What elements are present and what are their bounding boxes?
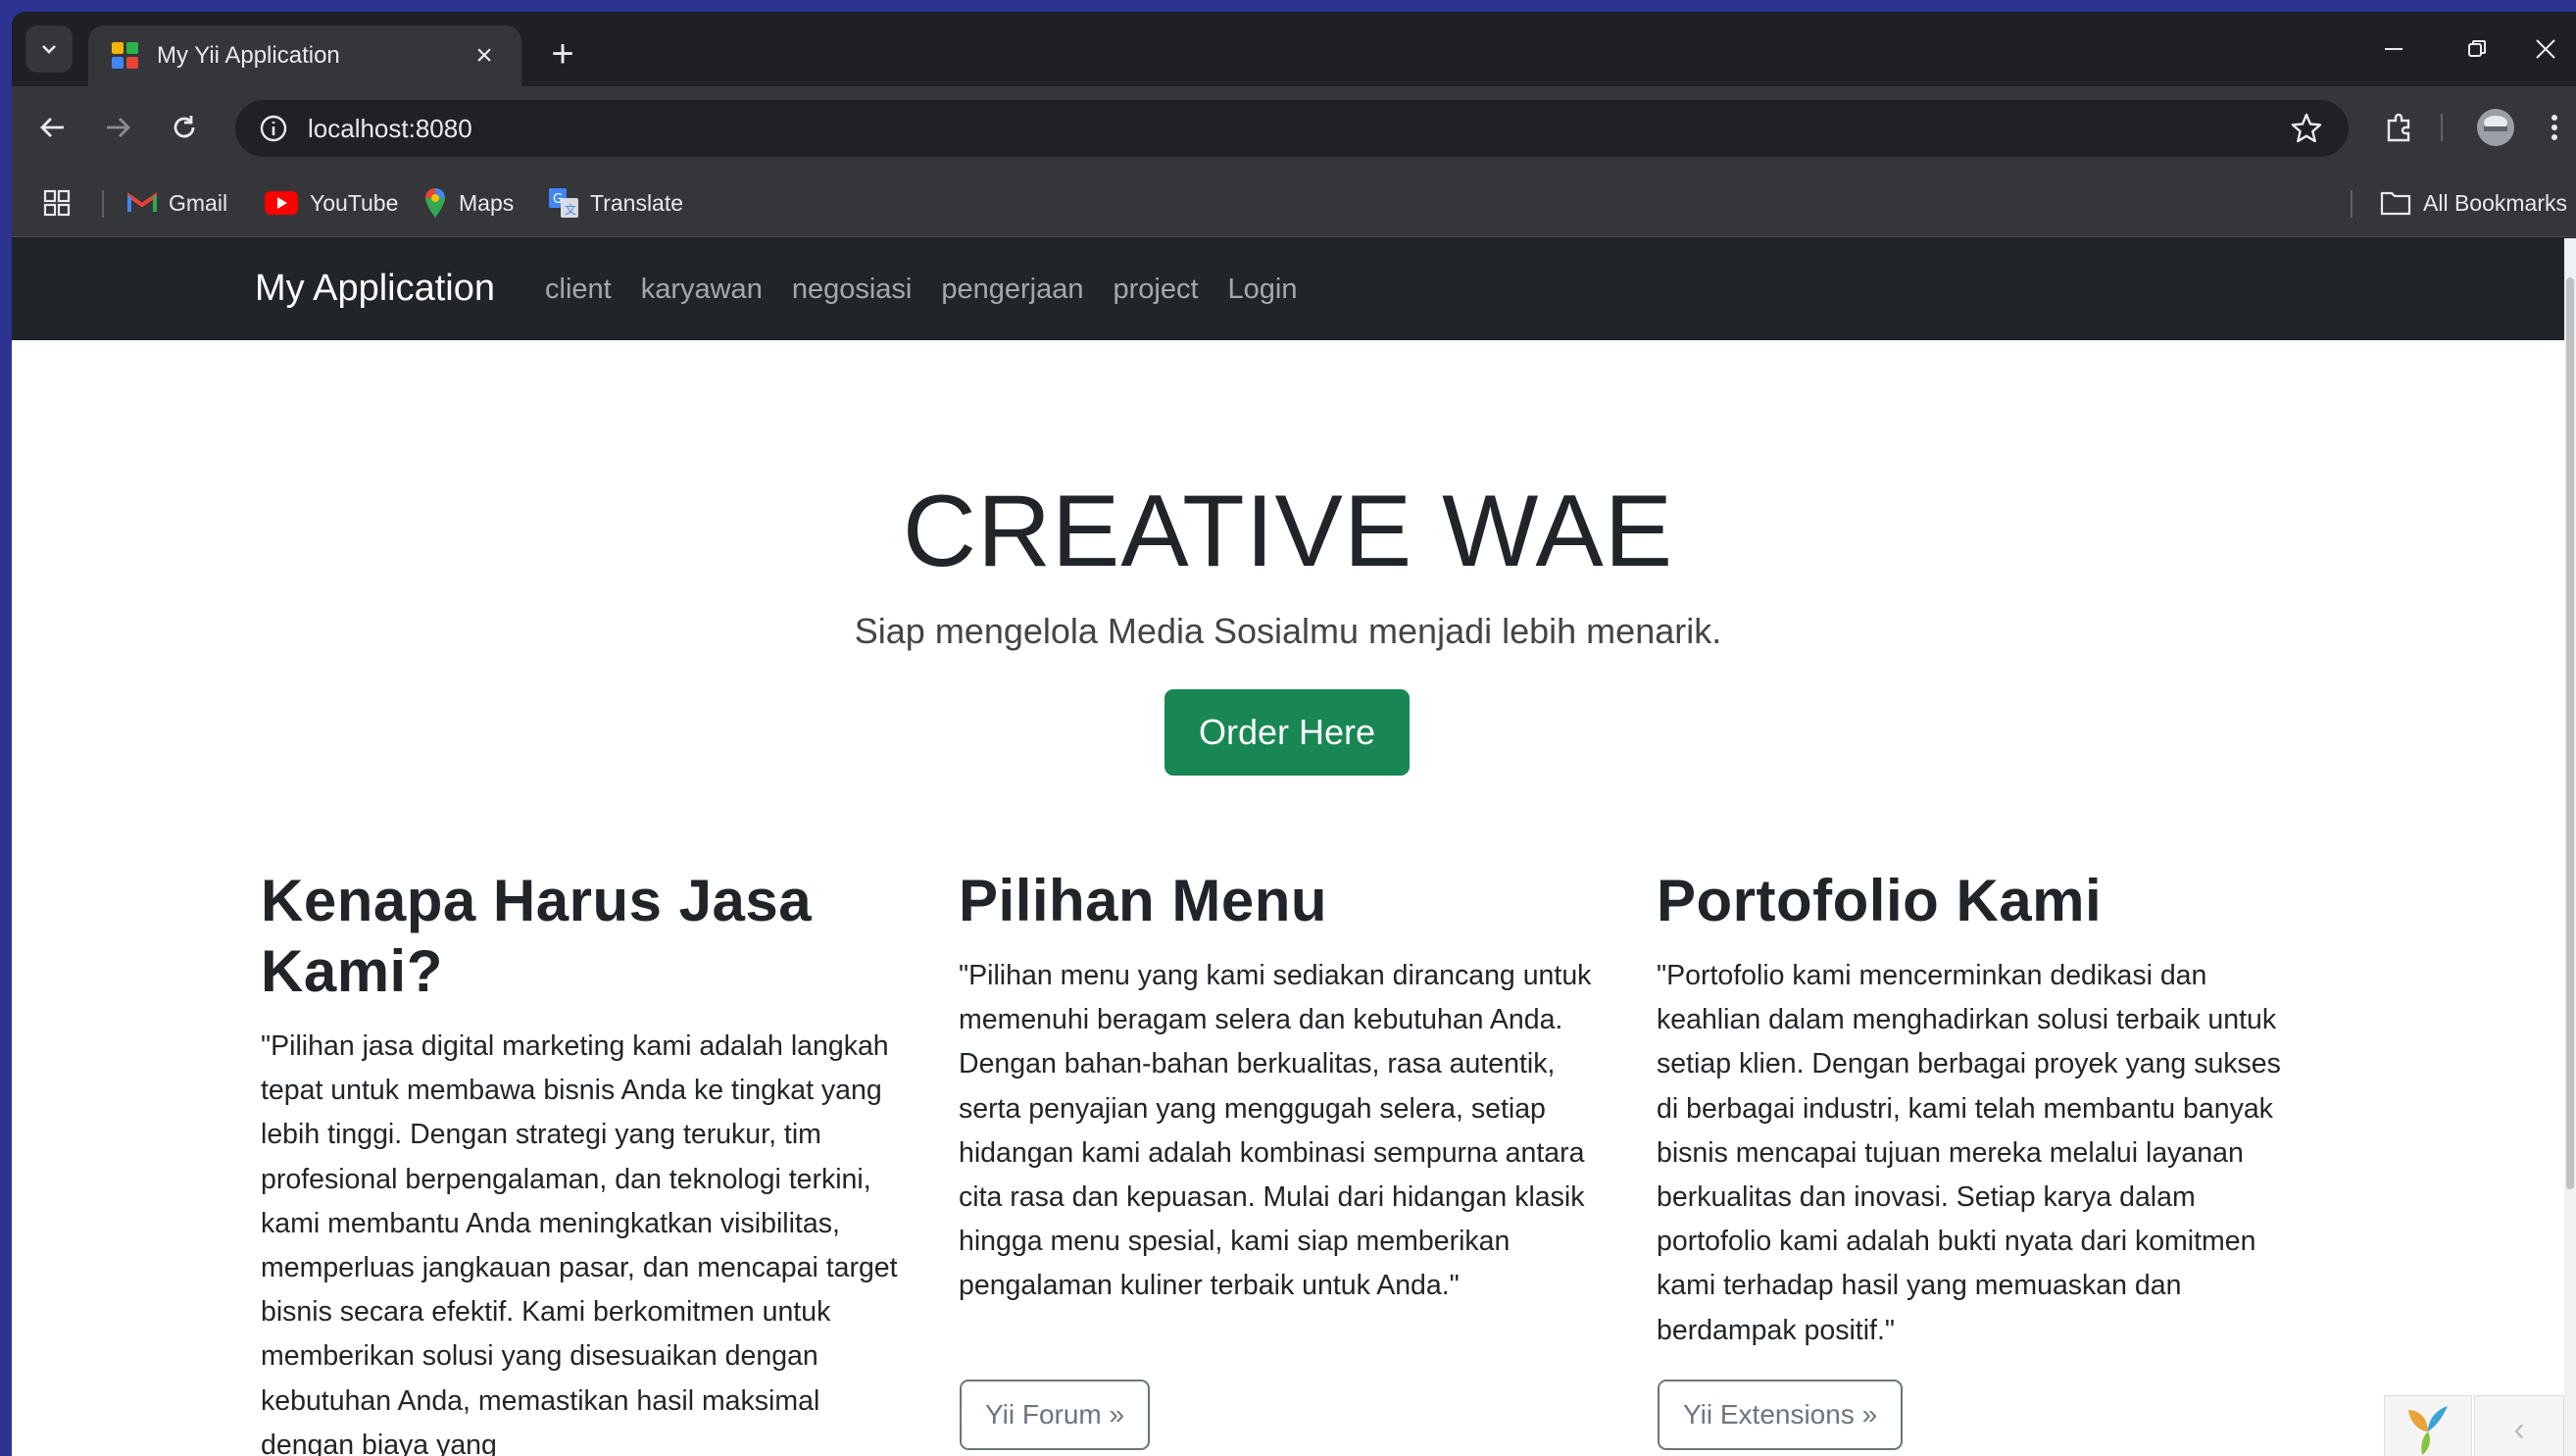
- column-why-us: Kenapa Harus Jasa Kami? "Pilihan jasa di…: [261, 866, 908, 1456]
- extensions-button[interactable]: [2372, 100, 2427, 155]
- column-heading: Kenapa Harus Jasa Kami?: [261, 868, 813, 1004]
- apps-button[interactable]: [43, 169, 71, 237]
- bookmark-translate[interactable]: G文 Translate: [549, 169, 683, 237]
- url-text: localhost:8080: [308, 113, 472, 143]
- folder-icon: [2380, 190, 2411, 216]
- minimize-icon: [2385, 48, 2403, 50]
- arrow-right-icon: [107, 118, 130, 137]
- debug-toolbar-toggle[interactable]: ‹: [2474, 1395, 2564, 1456]
- page-viewport: My Application client karyawan negosiasi…: [12, 238, 2564, 1456]
- bookmark-maps[interactable]: Maps: [423, 169, 514, 237]
- bookmark-label: Translate: [590, 189, 684, 216]
- maps-icon: [423, 187, 447, 219]
- bookmark-gmail[interactable]: Gmail: [127, 169, 227, 237]
- column-body: "Portofolio kami mencerminkan dedikasi d…: [1657, 960, 2281, 1346]
- column-body: "Pilihan jasa digital marketing kami ada…: [261, 1030, 898, 1456]
- column-body: "Pilihan menu yang kami sediakan diranca…: [959, 960, 1592, 1302]
- browser-toolbar: localhost:8080: [12, 86, 2576, 169]
- order-here-button[interactable]: Order Here: [1164, 689, 1410, 776]
- toolbar-separator: [2441, 114, 2443, 141]
- hero-lead: Siap mengelola Media Sosialmu menjadi le…: [854, 611, 1722, 651]
- gmail-icon: [127, 192, 157, 214]
- puzzle-icon: [2387, 113, 2410, 142]
- navbar-brand[interactable]: My Application: [255, 268, 495, 310]
- yii-logo-icon: [2408, 1406, 2448, 1455]
- nav-link-karyawan[interactable]: karyawan: [641, 274, 763, 306]
- nav-link-negosiasi[interactable]: negosiasi: [792, 274, 913, 306]
- nav-link-login[interactable]: Login: [1228, 274, 1298, 306]
- restore-button[interactable]: [2448, 29, 2506, 69]
- bookmarks-separator: [102, 190, 104, 218]
- address-bar[interactable]: localhost:8080: [235, 100, 2349, 157]
- new-tab-button[interactable]: +: [539, 31, 586, 78]
- column-heading: Pilihan Menu: [959, 868, 1328, 933]
- bookmarks-bar: Gmail YouTube Maps G文 Translate All Book…: [12, 169, 2576, 237]
- forward-button[interactable]: [90, 100, 145, 155]
- column-menu: Pilihan Menu "Pilihan menu yang kami sed…: [959, 866, 1606, 1309]
- bookmark-label: YouTube: [310, 189, 399, 216]
- svg-text:G: G: [553, 192, 563, 207]
- apps-grid-icon: [43, 189, 71, 217]
- reload-button[interactable]: [157, 100, 212, 155]
- more-vertical-icon: [2551, 115, 2557, 140]
- hero-title: CREATIVE WAE: [902, 475, 1674, 588]
- tab-strip: My Yii Application × +: [12, 12, 2576, 86]
- bookmark-label: Gmail: [169, 189, 228, 216]
- svg-text:文: 文: [565, 202, 576, 217]
- browser-window: My Yii Application × + localhost:8080 Gm…: [12, 12, 2576, 1456]
- nav-link-project[interactable]: project: [1114, 274, 1199, 306]
- restore-icon: [2468, 40, 2486, 57]
- tab-title: My Yii Application: [157, 42, 340, 69]
- profile-button[interactable]: [2468, 100, 2523, 155]
- bookmark-label: Maps: [459, 189, 515, 216]
- page-scrollbar[interactable]: [2564, 238, 2576, 1456]
- close-icon: [2536, 39, 2555, 59]
- arrow-left-icon: [40, 118, 64, 137]
- chevron-down-icon: [42, 45, 56, 54]
- minimize-button[interactable]: [2364, 29, 2423, 69]
- browser-tab-active[interactable]: My Yii Application ×: [88, 25, 521, 86]
- column-heading: Portofolio Kami: [1657, 868, 2103, 933]
- translate-icon: G文: [549, 188, 578, 218]
- nav-link-pengerjaan[interactable]: pengerjaan: [941, 274, 1083, 306]
- nav-link-client[interactable]: client: [545, 274, 612, 306]
- bookmarks-separator: [2351, 190, 2353, 218]
- column-portfolio: Portofolio Kami "Portofolio kami mencerm…: [1657, 866, 2304, 1353]
- navbar-links: client karyawan negosiasi pengerjaan pro…: [545, 274, 1298, 306]
- scrollbar-thumb[interactable]: [2566, 277, 2574, 1189]
- browser-menu-button[interactable]: [2527, 100, 2576, 155]
- yii-debug-logo[interactable]: [2384, 1395, 2472, 1456]
- yii-forum-button[interactable]: Yii Forum »: [960, 1380, 1151, 1450]
- close-window-button[interactable]: [2516, 29, 2575, 69]
- bookmark-star-button[interactable]: [2290, 112, 2323, 150]
- site-navbar: My Application client karyawan negosiasi…: [12, 238, 2564, 340]
- yii-favicon-icon: [112, 42, 139, 70]
- reload-icon: [173, 116, 195, 138]
- yii-extensions-button[interactable]: Yii Extensions »: [1658, 1380, 1904, 1450]
- tab-search-button[interactable]: [25, 25, 73, 73]
- all-bookmarks-label: All Bookmarks: [2423, 189, 2567, 216]
- avatar-icon: [2477, 109, 2514, 146]
- back-button[interactable]: [25, 100, 80, 155]
- youtube-icon: [265, 191, 298, 215]
- star-icon: [2291, 113, 2322, 143]
- bookmark-youtube[interactable]: YouTube: [265, 169, 398, 237]
- site-info-icon: [260, 115, 287, 142]
- all-bookmarks-button[interactable]: All Bookmarks: [2380, 169, 2567, 237]
- tab-close-button[interactable]: ×: [467, 38, 502, 74]
